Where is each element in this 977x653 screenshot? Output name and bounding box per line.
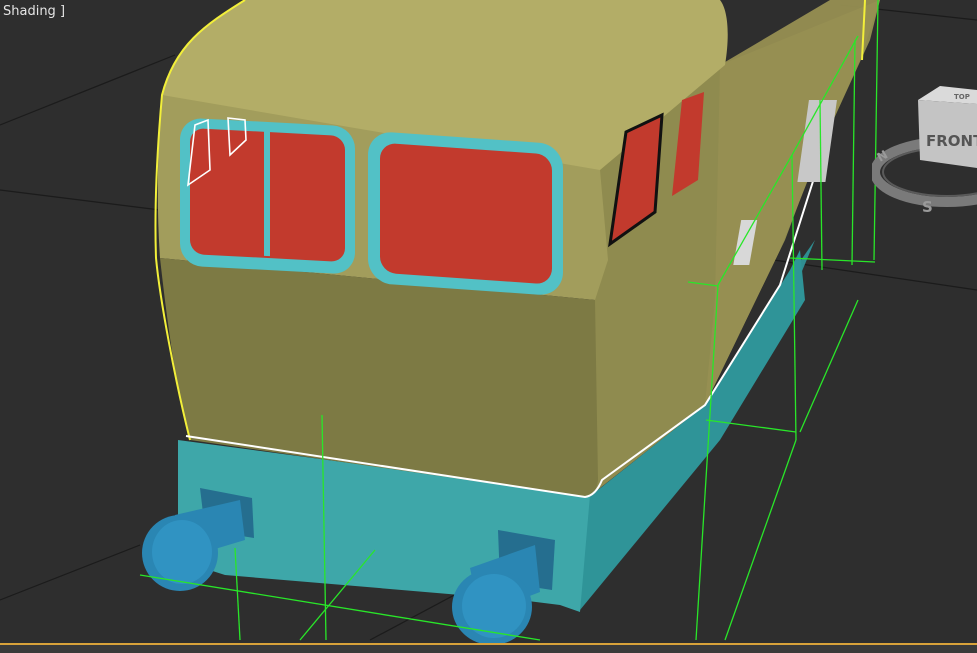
viewcube-compass-s: S: [922, 198, 933, 216]
viewcube-top-label: TOP: [954, 93, 970, 101]
window-divider-left: [264, 125, 270, 257]
scene-canvas[interactable]: [0, 0, 977, 653]
viewcube-front-label: FRONT: [926, 132, 977, 150]
locomotive-model[interactable]: [142, 0, 880, 645]
window-glass-right[interactable]: [380, 143, 552, 285]
viewcube[interactable]: FRONT TOP N S: [870, 80, 977, 220]
viewport-shading-label[interactable]: Shading ]: [3, 3, 65, 21]
3d-viewport[interactable]: Shading ] FRONT TOP N S: [0, 0, 977, 653]
viewport-active-border: [0, 643, 977, 653]
